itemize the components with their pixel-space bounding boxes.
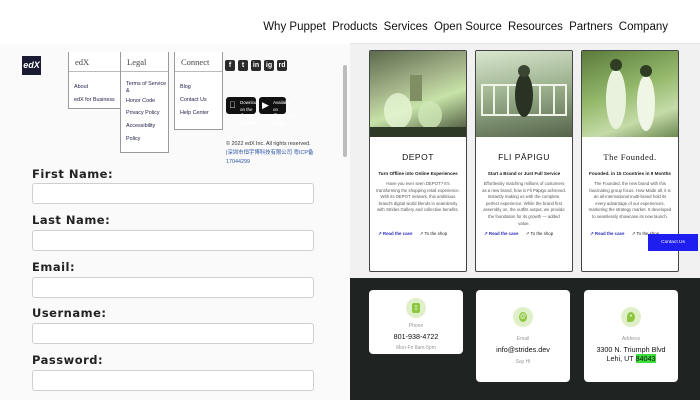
email-input[interactable]	[32, 277, 314, 298]
case-description: Effortlessly matching millions of custom…	[482, 181, 566, 226]
contact-note: Mon-Fri 8am-5pm	[396, 345, 436, 351]
case-description: Have you ever seen DEPOT? It's transform…	[376, 181, 460, 213]
page: Why Puppet Products Services Open Source…	[0, 0, 700, 400]
case-title: The Founded.	[603, 152, 657, 162]
copyright-text: © 2022 edX Inc. All rights reserved.	[226, 141, 311, 147]
footer-col-legal: Legal Terms of Service & Honor Code Priv…	[120, 52, 169, 153]
last-name-input[interactable]	[32, 230, 314, 251]
footer-link-help[interactable]: Help Center	[180, 107, 222, 120]
contact-card-address[interactable]: • Address 3300 N. Triumph Blvd Lehi, UT …	[584, 290, 678, 382]
depot-photo	[370, 75, 466, 137]
shop-link[interactable]: ↗ To the shop	[420, 231, 448, 236]
footer-link-terms[interactable]: Terms of Service &	[126, 81, 168, 95]
contact-note: Say Hi	[515, 359, 531, 365]
case-image	[476, 51, 572, 137]
case-description: The Founded, the new brand with this fas…	[588, 181, 672, 219]
top-nav: Why Puppet Products Services Open Source…	[263, 0, 700, 44]
apple-icon: 	[229, 100, 238, 110]
contact-value: 801-938-4722	[393, 332, 439, 341]
twitter-icon[interactable]: t	[238, 60, 248, 71]
nav-resources[interactable]: Resources	[508, 21, 563, 33]
case-image	[370, 51, 466, 137]
address-line-2: Lehi, UT 84043	[584, 354, 678, 363]
linkedin-icon[interactable]: in	[251, 60, 261, 71]
footer-link-contact[interactable]: Contact Us	[180, 94, 222, 107]
case-subtitle: Start a Brand or Just Full Service	[487, 171, 561, 176]
footer-col-edx: edX About edX for Business	[68, 52, 121, 109]
contact-label: Phone	[408, 323, 424, 329]
nav-services[interactable]: Services	[384, 21, 428, 33]
floating-contact-button[interactable]: Contact Us	[648, 234, 698, 251]
case-title: DEPOT	[402, 152, 434, 162]
edx-logo[interactable]: edX	[22, 56, 41, 75]
footer-col-connect: Connect Blog Contact Us Help Center	[174, 52, 223, 130]
case-links: ↗ Read the case ↗ To the shop	[378, 231, 447, 237]
instagram-icon[interactable]: ig	[264, 60, 274, 71]
footer-link-edx-business[interactable]: edX for Business	[74, 94, 120, 107]
email-label: Email:	[32, 260, 76, 274]
reddit-icon[interactable]: rd	[277, 60, 287, 71]
contact-card-phone[interactable]: ▯ Phone 801-938-4722 Mon-Fri 8am-5pm	[369, 290, 463, 354]
password-label: Password:	[32, 353, 104, 367]
icp-link[interactable]: |深圳市恒宇博科技有限公司 粤ICP备17044299	[226, 149, 336, 167]
nav-partners[interactable]: Partners	[569, 21, 612, 33]
case-image	[582, 51, 678, 137]
nav-company[interactable]: Company	[619, 21, 668, 33]
nav-open-source[interactable]: Open Source	[434, 21, 502, 33]
the-founded-photo	[606, 59, 655, 131]
google-play-big: Google Play	[273, 113, 295, 127]
scrollbar[interactable]	[343, 65, 347, 157]
app-store-big: App Store	[240, 113, 257, 127]
footer-link-privacy[interactable]: Privacy Policy	[126, 107, 168, 120]
password-input[interactable]	[32, 370, 314, 391]
email-icon: @	[513, 307, 533, 327]
contact-value: 3300 N. Triumph Blvd Lehi, UT 84043	[584, 345, 678, 363]
footer-col-title: Connect	[175, 52, 222, 72]
last-name-label: Last Name:	[32, 213, 111, 227]
case-card-depot[interactable]: DEPOT Turn Offline into Online Experienc…	[369, 50, 467, 272]
nav-why-puppet[interactable]: Why Puppet	[263, 21, 326, 33]
footer-link-accessibility[interactable]: Accessibility Policy	[126, 120, 168, 146]
fli-papigu-photo	[481, 65, 567, 117]
social-icons: f t in ig rd	[225, 60, 287, 71]
nav-links: Why Puppet Products Services Open Source…	[260, 21, 668, 33]
first-name-input[interactable]	[32, 183, 314, 204]
username-label: Username:	[32, 306, 107, 320]
first-name-label: First Name:	[32, 167, 114, 181]
read-case-link[interactable]: ↗ Read the case	[378, 231, 412, 236]
address-zip-highlight: 84043	[635, 354, 656, 363]
location-pin-icon: •	[621, 307, 641, 327]
contact-label: Address	[621, 336, 641, 342]
google-play-badge[interactable]: ▶ Available on Google Play	[259, 97, 295, 127]
contact-value: info@strides.dev	[496, 345, 550, 354]
footer-link-about[interactable]: About	[74, 81, 120, 94]
case-card-fli-papigu[interactable]: FLI PĀPIGU Start a Brand or Just Full Se…	[475, 50, 573, 272]
copyright: © 2022 edX Inc. All rights reserved. |深圳…	[226, 140, 336, 167]
case-subtitle: Turn Offline into Online Experiences	[378, 171, 458, 176]
footer-link-blog[interactable]: Blog	[180, 81, 222, 94]
read-case-link[interactable]: ↗ Read the case	[484, 231, 518, 236]
contact-label: Email	[516, 336, 530, 342]
phone-icon: ▯	[406, 298, 426, 318]
address-city: Lehi, UT	[606, 354, 636, 363]
username-input[interactable]	[32, 323, 314, 344]
case-title: FLI PĀPIGU	[498, 152, 550, 162]
footer-col-title: Legal	[121, 52, 168, 72]
shop-link[interactable]: ↗ To the shop	[526, 231, 554, 236]
app-store-badge[interactable]:  Download on the App Store	[226, 97, 260, 127]
case-links: ↗ Read the case ↗ To the shop	[484, 231, 553, 237]
case-subtitle: Founded. in 15 Countries in 9 Months	[589, 171, 671, 176]
read-case-link[interactable]: ↗ Read the case	[590, 231, 624, 236]
footer-link-honor-code[interactable]: Honor Code	[126, 95, 168, 107]
footer-col-title: edX	[69, 52, 120, 72]
address-line-1: 3300 N. Triumph Blvd	[596, 345, 666, 354]
contact-card-email[interactable]: @ Email info@strides.dev Say Hi	[476, 290, 570, 382]
play-icon: ▶	[262, 100, 269, 110]
facebook-icon[interactable]: f	[225, 60, 235, 71]
nav-products[interactable]: Products	[332, 21, 377, 33]
